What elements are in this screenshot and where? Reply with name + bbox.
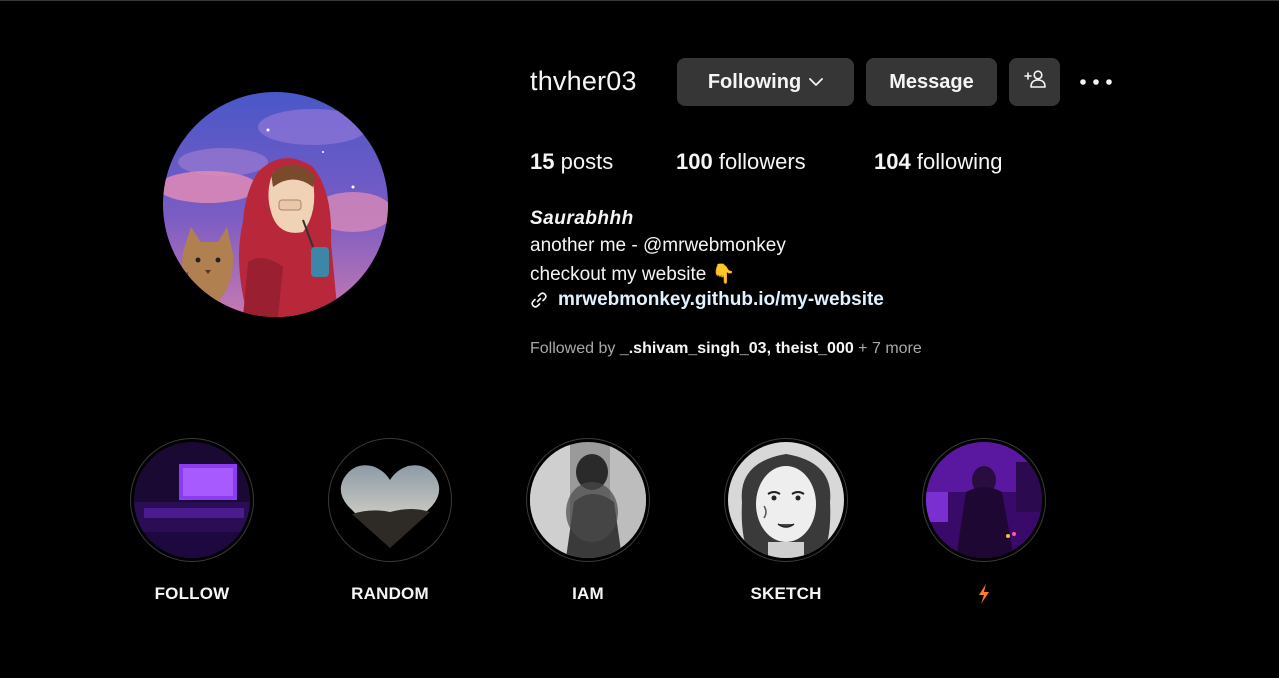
bio-website-link[interactable]: mrwebmonkey.github.io/my-website: [530, 289, 884, 311]
posts-count-label: posts: [560, 149, 614, 174]
following-count-label: following: [916, 149, 1003, 174]
add-user-icon: [1023, 70, 1046, 94]
profile-avatar[interactable]: [163, 92, 388, 317]
followers-count-label: followers: [718, 149, 806, 174]
highlight-cover: [530, 442, 646, 558]
highlight-cover: [926, 442, 1042, 558]
more-options-icon[interactable]: [1078, 70, 1114, 94]
highlight-ring: [922, 438, 1046, 562]
highlight-ring: [130, 438, 254, 562]
highlight-cover: [332, 442, 448, 558]
followed-by-more: + 7 more: [853, 340, 922, 357]
following-button[interactable]: Following: [677, 58, 854, 106]
message-button[interactable]: Message: [866, 58, 997, 106]
highlight-label: FOLLOW: [154, 584, 230, 603]
avatar-illustration: [163, 92, 388, 317]
link-icon: [530, 291, 548, 309]
highlight-label: IAM: [572, 584, 604, 603]
profile-full-name: Saurabhhh: [530, 208, 634, 229]
following-count[interactable]: 104 following: [874, 149, 1002, 175]
highlight-iam[interactable]: IAM: [525, 438, 651, 604]
highlight-label: SKETCH: [750, 584, 822, 603]
highlight-follow[interactable]: FOLLOW: [129, 438, 255, 604]
chevron-down-icon: [809, 77, 824, 87]
highlight-ring: [724, 438, 848, 562]
lightning-icon: [978, 584, 990, 608]
posts-count-value: 15: [530, 149, 555, 174]
highlight-cover: [728, 442, 844, 558]
suggested-accounts-button[interactable]: [1009, 58, 1060, 106]
top-divider: [0, 0, 1279, 1]
highlight-ring: [526, 438, 650, 562]
followed-by-text[interactable]: Followed by _.shivam_singh_03, theist_00…: [530, 340, 922, 358]
posts-count: 15 posts: [530, 149, 613, 175]
highlight-ring: [328, 438, 452, 562]
followed-by-prefix: Followed by: [530, 340, 616, 357]
followed-by-account[interactable]: theist_000: [775, 340, 853, 357]
bio-link-text: mrwebmonkey.github.io/my-website: [558, 289, 884, 310]
followers-count[interactable]: 100 followers: [676, 149, 806, 175]
highlight-label: [921, 584, 1047, 609]
bio-line: another me - @mrwebmonkey: [530, 235, 786, 256]
highlight-sketch[interactable]: SKETCH: [723, 438, 849, 604]
message-button-label: Message: [889, 70, 974, 93]
highlight-random[interactable]: RANDOM: [327, 438, 453, 604]
following-count-value: 104: [874, 149, 911, 174]
profile-username: thvher03: [530, 66, 637, 96]
highlight-label: RANDOM: [351, 584, 429, 603]
highlight-cover: [134, 442, 250, 558]
bio-line: checkout my website 👇: [530, 264, 736, 285]
following-button-label: Following: [707, 70, 802, 93]
followers-count-value: 100: [676, 149, 713, 174]
followed-by-account[interactable]: _.shivam_singh_03: [620, 340, 767, 357]
highlight-lightning[interactable]: [921, 438, 1047, 609]
